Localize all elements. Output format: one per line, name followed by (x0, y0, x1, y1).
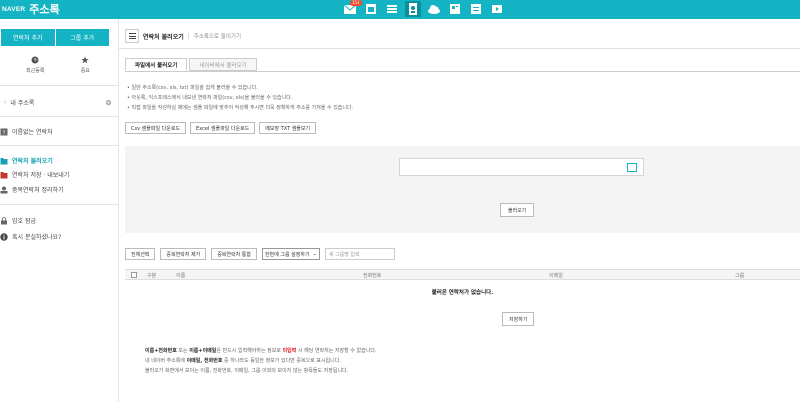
people-icon (0, 186, 8, 193)
column-header: 그룹 (735, 273, 745, 279)
note-line: • 일반 주소록(csv, xls, txt) 파일을 쉽게 불러올 수 있습니… (127, 85, 258, 91)
footer-line: 내 네이버 주소록에 이메일, 전화번호 중 하나라도 동일한 정보가 있다면 … (145, 358, 341, 364)
file-path-input[interactable] (399, 158, 644, 176)
select-all-button[interactable]: 전체선택 (125, 248, 156, 260)
add-contact-button[interactable]: 연락처 추가 (1, 29, 55, 46)
footer-line: 불러오기 화면에서 보이는 이름, 전화번호, 이메일, 그룹 이외의 보이지 … (145, 368, 349, 374)
mail-icon[interactable]: 151 (342, 0, 362, 17)
column-header: 전화번호 (363, 273, 382, 279)
sidebar-item-label: 연락처 불러오기 (12, 158, 53, 165)
sidebar-item-import[interactable]: 연락처 불러오기 (0, 156, 118, 165)
recent-label: 최근등록 (26, 68, 45, 74)
merge-duplicates-button[interactable]: 중복연락처 통합 (211, 248, 257, 260)
service-title[interactable]: 주소록 (29, 1, 59, 17)
chevron-right-icon: › (4, 99, 7, 106)
excel-sample-download-button[interactable]: Excel 샘플파일 다운로드 (190, 122, 256, 134)
column-header: 이름 (176, 273, 186, 279)
page-header: 연락처 불러오기 | 주소록으로 들이기기 (125, 29, 241, 43)
result-controls: 전체선택 중복연락처 제거 중복연락처 통합 한번에 그룹 설정하기 ⌄ 새 그… (125, 248, 395, 260)
important-label: 중요 (80, 68, 90, 74)
calendar-icon[interactable] (363, 1, 379, 17)
star-icon (81, 56, 89, 64)
note-line: • 아웃룩, 익스프레스에서 내보낸 연락처 파일(csv, xls)을 불러올… (127, 95, 293, 101)
column-header: 구분 (147, 273, 157, 279)
tab-naver-import[interactable]: 네이버에서 불러오기 (189, 58, 257, 71)
save-button[interactable]: 저장하기 (502, 312, 535, 326)
mail-count-badge: 151 (350, 0, 362, 6)
important-filter[interactable]: 중요 (81, 56, 90, 74)
memo-icon[interactable] (447, 1, 463, 17)
footer-line: 이름+전화번호 또는 이름+이메일은 반드시 입력해야하는 정보로 미입력 시 … (145, 348, 377, 354)
folder-export-icon (0, 171, 8, 178)
import-tabs: 파일에서 불러오기 네이버에서 불러오기 (125, 58, 257, 71)
gear-icon[interactable] (105, 99, 112, 106)
quick-filters: 최근등록 중요 (8, 56, 108, 74)
lock-icon (1, 216, 7, 224)
sidebar-item-label: 암호 잠금 (12, 218, 36, 225)
divider (0, 204, 118, 205)
note-line: • 직접 파일을 작성하실 때에는 샘플 파일에 맞추어 작성해 주시면 더욱 … (127, 105, 354, 111)
footer-notes: 이름+전화번호 또는 이름+이메일은 반드시 입력해야하는 정보로 미입력 시 … (145, 346, 377, 376)
divider (0, 145, 118, 146)
chevron-down-icon: ⌄ (312, 251, 317, 257)
sidebar-item-no-name[interactable]: ? 이름없는 연락처 (0, 127, 118, 136)
sidebar-item-export[interactable]: 연락처 저장 · 내보내기 (0, 170, 118, 179)
sample-downloads: Csv 샘플파일 다운로드 Excel 샘플파일 다운로드 메모장 TXT 샘플… (125, 122, 317, 134)
add-group-button[interactable]: 그룹 추가 (55, 29, 109, 46)
page-subtitle: 주소록으로 들이기기 (193, 34, 242, 40)
table-header: 구분 이름 전화번호 이메일 그룹 (125, 269, 800, 280)
sidebar-item-label: 중복연락처 정리하기 (12, 187, 64, 194)
naver-logo[interactable]: NAVER (2, 6, 25, 13)
csv-sample-download-button[interactable]: Csv 샘플파일 다운로드 (125, 122, 187, 134)
clock-icon (31, 56, 39, 64)
column-header: 이메일 (549, 273, 563, 279)
remove-duplicates-button[interactable]: 중복연락처 제거 (160, 248, 207, 260)
sidebar-item-my-addressbook[interactable]: › 내 주소록 (4, 98, 122, 107)
group-select[interactable]: 한번에 그룹 설정하기 ⌄ (262, 248, 320, 260)
txt-sample-view-button[interactable]: 메모장 TXT 샘플보기 (259, 122, 317, 134)
divider (0, 85, 118, 86)
recent-filter[interactable]: 최근등록 (26, 56, 45, 74)
new-group-input[interactable]: 새 그룹명 입력 (324, 248, 395, 260)
svg-text:?: ? (3, 130, 6, 136)
sidebar-item-lock[interactable]: 암호 잠금 (0, 216, 118, 225)
brand[interactable]: NAVER 주소록 (2, 2, 60, 16)
sidebar-item-merge[interactable]: 중복연락처 정리하기 (0, 185, 118, 194)
page-title: 연락처 불러오기 (143, 33, 184, 41)
import-notes: • 일반 주소록(csv, xls, txt) 파일을 쉽게 불러올 수 있습니… (127, 83, 353, 113)
group-select-value: 한번에 그룹 설정하기 (265, 251, 310, 258)
sidebar-item-label: 내 주소록 (10, 100, 35, 107)
file-browse-icon[interactable] (627, 163, 637, 172)
unknown-contact-icon: ? (0, 128, 8, 136)
select-all-checkbox[interactable] (131, 272, 137, 278)
load-button[interactable]: 불러오기 (500, 203, 535, 217)
upload-area: 불러오기 (125, 146, 800, 233)
cloud-icon[interactable] (426, 1, 442, 17)
tabs-underline (125, 71, 800, 72)
sidebar-item-label: 혹시 분실하셨나요? (12, 234, 62, 241)
sidebar: 연락처 추가 그룹 추가 최근등록 중요 › 내 주소록 ? 이름없는 연락처 … (0, 19, 119, 402)
folder-import-icon (0, 157, 8, 164)
note-icon[interactable] (468, 1, 484, 17)
contacts-icon[interactable] (405, 1, 421, 17)
main-content: 연락처 불러오기 | 주소록으로 들이기기 파일에서 불러오기 네이버에서 불러… (119, 19, 800, 402)
tab-file-import[interactable]: 파일에서 불러오기 (125, 58, 188, 71)
video-icon[interactable] (489, 1, 505, 17)
divider (0, 116, 118, 117)
top-bar: NAVER 주소록 151 (0, 0, 800, 19)
list-icon[interactable] (384, 1, 400, 17)
sidebar-item-lost[interactable]: 혹시 분실하셨나요? (0, 232, 118, 241)
empty-state-message: 불러온 연락처가 없습니다. (431, 290, 494, 296)
sidebar-item-label: 연락처 저장 · 내보내기 (12, 172, 70, 179)
menu-toggle-icon[interactable] (125, 29, 139, 43)
info-icon (0, 232, 8, 241)
app-switcher: 151 (342, 0, 505, 17)
title-separator: | (187, 32, 190, 40)
sidebar-actions: 연락처 추가 그룹 추가 (1, 29, 109, 46)
divider (119, 48, 800, 49)
sidebar-item-label: 이름없는 연락처 (12, 129, 53, 136)
